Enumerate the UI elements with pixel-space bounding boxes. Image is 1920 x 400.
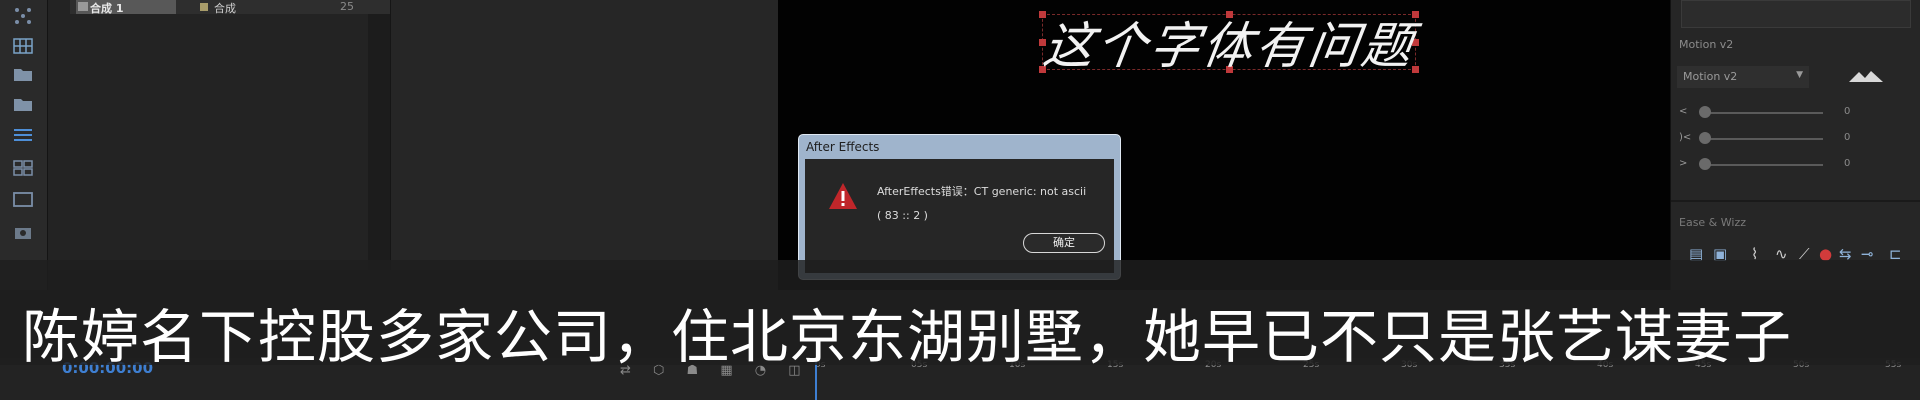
motion-panel: Motion v2 Motion v2 ▼ < 0 )< 0 > 0 Ease … xyxy=(1670,0,1920,290)
project-item-name-label: 合成 1 xyxy=(90,2,124,15)
list-lines-icon[interactable] xyxy=(10,126,36,146)
motion-preset-dropdown[interactable]: Motion v2 ▼ xyxy=(1677,66,1809,88)
slider-row[interactable]: > 0 xyxy=(1679,158,1879,172)
folder-2-icon[interactable] xyxy=(10,94,36,114)
slider-value[interactable]: 0 xyxy=(1844,132,1850,143)
project-item-type-label: 合成 xyxy=(214,2,236,15)
warning-icon xyxy=(829,183,857,209)
slider-label: )< xyxy=(1679,132,1692,143)
monitor-icon[interactable] xyxy=(10,190,36,210)
grid-dots-icon[interactable] xyxy=(10,6,36,26)
slider-label: < xyxy=(1679,106,1688,117)
video-subtitle: 陈婷名下控股多家公司，住北京东湖别墅，她早已不只是张艺谋妻子 xyxy=(22,303,1793,371)
project-panel xyxy=(48,0,368,270)
mesh-grid-icon[interactable] xyxy=(10,36,36,56)
slider-knob[interactable] xyxy=(1699,158,1711,170)
camera-icon[interactable] xyxy=(10,222,36,242)
label-color-swatch xyxy=(200,3,208,11)
slider-track[interactable] xyxy=(1705,112,1823,114)
mountain-icon[interactable] xyxy=(1847,68,1887,84)
slider-knob[interactable] xyxy=(1699,132,1711,144)
error-dialog: After Effects AfterEffects错误：CT generic:… xyxy=(798,134,1121,280)
motion-panel-header: Motion v2 xyxy=(1679,38,1734,51)
slider-track[interactable] xyxy=(1705,164,1823,166)
project-item-name[interactable]: 合成 1 xyxy=(76,0,176,15)
slider-label: > xyxy=(1679,158,1688,169)
folder-icon[interactable] xyxy=(10,64,36,84)
dialog-title: After Effects xyxy=(806,140,880,154)
composition-icon xyxy=(78,2,88,11)
panel-separator xyxy=(1671,200,1920,202)
ease-panel-header: Ease & Wizz xyxy=(1679,216,1746,229)
slider-row[interactable]: < 0 xyxy=(1679,106,1879,120)
dialog-body: AfterEffects错误：CT generic: not ascii ( 8… xyxy=(805,159,1114,273)
error-message: AfterEffects错误：CT generic: not ascii xyxy=(877,185,1087,198)
project-item-size: 25 xyxy=(340,0,354,13)
project-item-type: 合成 xyxy=(200,0,236,16)
motion-panel-top-bar xyxy=(1681,0,1911,28)
slider-track[interactable] xyxy=(1705,138,1823,140)
error-code: ( 83 :: 2 ) xyxy=(877,209,928,222)
panels-icon[interactable] xyxy=(10,158,36,178)
chevron-down-icon: ▼ xyxy=(1796,70,1803,80)
motion-preset-value: Motion v2 xyxy=(1683,70,1738,83)
composition-text-layer[interactable]: 这个字体有问题 xyxy=(1030,6,1430,76)
project-item-row[interactable]: 合成 1 合成 25 xyxy=(70,0,420,16)
ok-button[interactable]: 确定 xyxy=(1023,233,1105,253)
slider-value[interactable]: 0 xyxy=(1844,158,1850,169)
effects-panel xyxy=(391,0,778,270)
slider-row[interactable]: )< 0 xyxy=(1679,132,1879,146)
slider-value[interactable]: 0 xyxy=(1844,106,1850,117)
slider-knob[interactable] xyxy=(1699,106,1711,118)
